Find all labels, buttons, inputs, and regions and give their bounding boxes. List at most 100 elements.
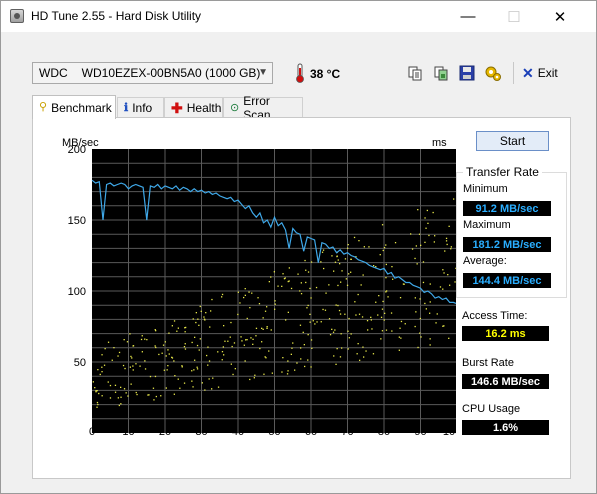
access-time-point [332, 331, 335, 333]
access-time-point [315, 286, 318, 289]
access-time-point [244, 294, 246, 296]
access-time-point [262, 328, 264, 330]
copy-info-icon[interactable] [405, 63, 425, 83]
access-time-point [414, 297, 416, 299]
tab-info[interactable]: ℹ Info [117, 97, 164, 118]
access-time-point [300, 293, 303, 295]
access-time-point [290, 353, 292, 355]
save-icon[interactable] [457, 63, 477, 83]
access-time-point [224, 340, 226, 342]
access-time-point [381, 308, 384, 310]
access-time-point [300, 282, 302, 284]
copy-screenshot-icon[interactable] [431, 63, 451, 83]
access-time-point [443, 272, 445, 274]
access-time-point [448, 337, 450, 339]
start-button[interactable]: Start [476, 131, 549, 151]
access-time-point [310, 366, 312, 368]
access-time-point [322, 308, 324, 311]
access-time-point [259, 347, 261, 350]
access-time-point [132, 369, 134, 371]
access-time-point [446, 243, 448, 246]
access-time-point [359, 359, 361, 361]
access-time-point [158, 353, 160, 356]
access-time-point [266, 306, 268, 308]
access-time-point [179, 387, 181, 389]
access-time-point [422, 261, 425, 263]
access-time-point [386, 290, 388, 292]
burst-rate-label: Burst Rate [462, 357, 514, 369]
access-time-point [426, 209, 428, 212]
access-time-point [127, 395, 129, 397]
access-time-point [348, 337, 350, 339]
minimize-button[interactable]: — [445, 1, 491, 32]
access-time-point [302, 331, 304, 333]
access-time-point [177, 327, 179, 329]
access-time-point [377, 314, 379, 316]
access-time-point [296, 362, 298, 364]
y-tick-left: 200 [68, 144, 86, 156]
options-gears-icon[interactable] [483, 63, 503, 83]
access-time-point [439, 286, 442, 288]
access-time-point [196, 366, 198, 368]
access-time-point [383, 247, 386, 249]
access-time-point [414, 325, 416, 328]
access-time-point [230, 363, 232, 365]
access-time-point [445, 240, 448, 242]
access-time-point [353, 236, 356, 239]
access-time-point [237, 291, 239, 293]
access-time-point [161, 352, 163, 354]
access-time-point [358, 313, 361, 315]
close-button[interactable]: ✕ [537, 1, 583, 32]
access-time-point [230, 321, 232, 324]
access-time-point [101, 354, 103, 356]
access-time-point [398, 349, 400, 351]
average-label: Average: [463, 255, 507, 267]
access-time-point [248, 291, 250, 293]
access-time-point [444, 250, 446, 252]
access-time-point [120, 386, 122, 388]
access-time-point [417, 209, 419, 211]
access-time-point [285, 319, 287, 321]
access-time-point [120, 396, 122, 398]
tab-health[interactable]: ✚ Health [164, 97, 223, 118]
access-time-point [123, 339, 125, 341]
access-time-point [249, 307, 251, 309]
access-time-point [152, 387, 155, 389]
access-time-point [192, 318, 194, 320]
access-time-point [155, 395, 157, 398]
access-time-point [184, 348, 187, 350]
exit-button[interactable]: ✕ Exit [522, 63, 558, 83]
maximize-button[interactable]: ☐ [491, 1, 537, 32]
access-time-point [370, 316, 372, 318]
access-time-point [154, 329, 156, 331]
minimum-value: 91.2 MB/sec [463, 201, 551, 216]
access-time-point [101, 371, 103, 373]
access-time-point [243, 344, 245, 346]
access-time-point [282, 357, 284, 359]
access-time-point [449, 284, 451, 286]
access-time-point [117, 355, 119, 357]
access-time-point [448, 225, 450, 227]
access-time-point [290, 287, 293, 290]
access-time-point [111, 359, 113, 361]
access-time-point [375, 301, 377, 303]
x-tick: 20 [159, 426, 171, 435]
tab-error-scan[interactable]: ⊙ Error Scan [223, 94, 303, 122]
access-time-point [323, 267, 325, 270]
access-time-point [362, 346, 364, 348]
access-time-point [258, 303, 261, 305]
temperature-readout: 38 °C [310, 67, 341, 81]
access-time-point [310, 339, 313, 341]
access-time-point [147, 394, 149, 396]
access-time-point [383, 319, 385, 321]
drive-select[interactable]: WDC WD10EZEX-00BN5A0 (1000 GB) ▼ [32, 62, 273, 84]
benchmark-chart: MB/sec ms 200150100504030201001020304050… [56, 135, 456, 435]
access-time-point [130, 355, 132, 358]
access-time-point [246, 317, 248, 320]
access-time-point [101, 395, 103, 397]
tab-benchmark[interactable]: ⚲ Benchmark [32, 95, 116, 119]
access-time-point [177, 378, 179, 380]
access-time-point [337, 259, 339, 261]
access-time-point [241, 340, 243, 342]
access-time-point [350, 333, 352, 335]
